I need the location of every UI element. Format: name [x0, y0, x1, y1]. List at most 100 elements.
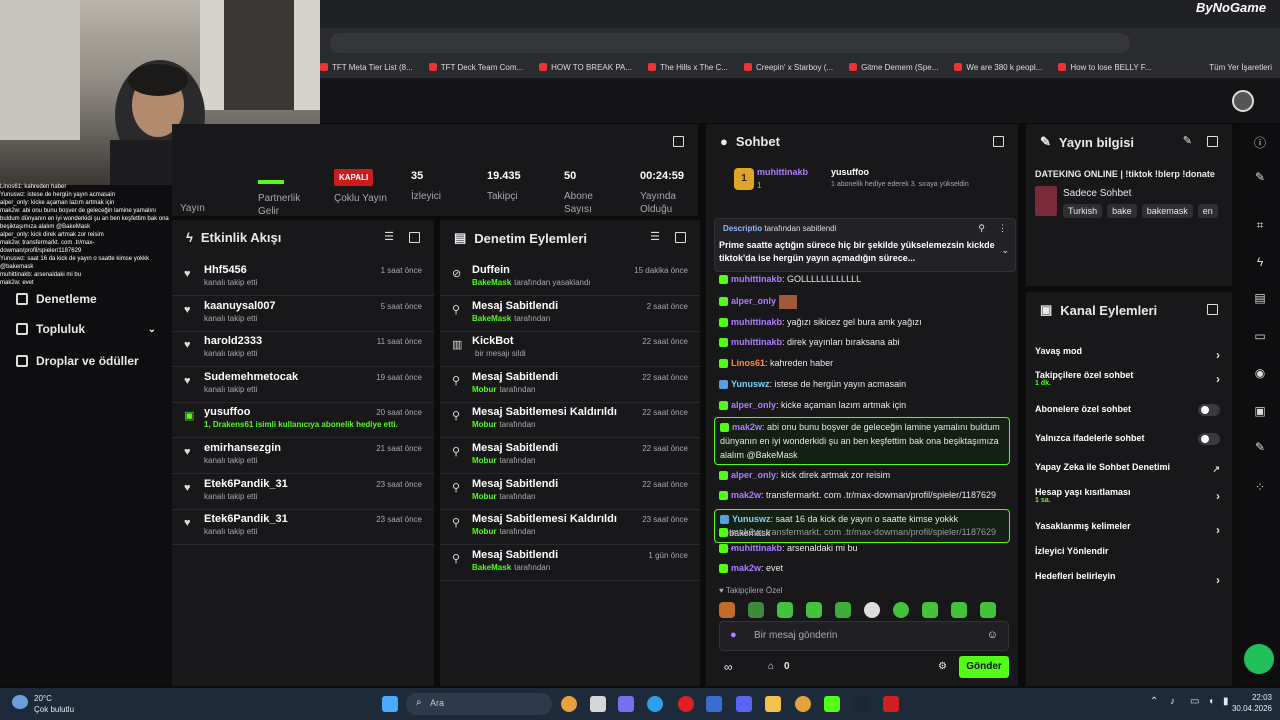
- chat-username[interactable]: muhittinakb: [731, 337, 782, 347]
- bookmark-item[interactable]: Tüm Yer İşaretleri: [1209, 63, 1272, 72]
- store-icon[interactable]: [590, 696, 606, 712]
- emote-icon[interactable]: [951, 602, 967, 618]
- chat-message[interactable]: muhittinakb: direk yayınları bıraksana a…: [719, 335, 1009, 349]
- nav-community[interactable]: Topluluk ⌄: [16, 322, 156, 336]
- chat-message[interactable]: mak2w: evet: [719, 561, 1009, 575]
- bookmark-item[interactable]: We are 380 k peopl...: [954, 63, 1042, 72]
- chat-message[interactable]: mak2w: transfermarkt. com .tr/max-dowman…: [719, 488, 1009, 502]
- chat-message[interactable]: muhittinakb: yağızı sikicez gel bura amk…: [719, 315, 1009, 329]
- teams-icon[interactable]: [618, 696, 634, 712]
- nav-drops[interactable]: Droplar ve ödüller: [16, 354, 139, 368]
- chevron-right-icon[interactable]: ›: [1216, 372, 1220, 386]
- folder-icon[interactable]: [765, 696, 781, 712]
- bookmark-item[interactable]: Gitme Demem (Spe...: [849, 63, 938, 72]
- activity-item[interactable]: ♥ kaanuysal007 kanalı takip etti 5 saat önc…: [172, 296, 434, 332]
- bookmark-item[interactable]: HOW TO BREAK PA...: [539, 63, 632, 72]
- moderation-item[interactable]: ⚲ Mesaj Sabitlemesi Kaldırıldı Mobur tarafı…: [440, 509, 700, 546]
- chevron-right-icon[interactable]: ›: [1216, 523, 1220, 537]
- kick-icon[interactable]: [824, 696, 840, 712]
- moderation-actor[interactable]: Mobur: [472, 385, 496, 394]
- chat-username[interactable]: muhittinakb: [731, 317, 782, 327]
- tray-chevron-icon[interactable]: ⌃: [1150, 696, 1158, 707]
- broadcast-icon[interactable]: ◉: [1251, 366, 1269, 384]
- activity-item[interactable]: ♥ emirhansezgin kanalı takip etti 21 saat ö…: [172, 438, 434, 474]
- popout-icon[interactable]: [993, 136, 1004, 147]
- chat-username[interactable]: mak2w: [731, 563, 761, 573]
- activity-item[interactable]: ♥ Etek6Pandik_31 kanalı takip etti 23 saat …: [172, 509, 434, 546]
- toggle-switch[interactable]: [1198, 404, 1220, 416]
- display-icon[interactable]: ▭: [1190, 696, 1199, 707]
- help-chat-button[interactable]: [1244, 644, 1274, 674]
- moderation-item[interactable]: ⚲ Mesaj Sabitlendi Mobur tarafından 22 saat …: [440, 474, 700, 510]
- chat-username[interactable]: Yunuswz: [731, 379, 770, 389]
- chat-icon[interactable]: ▭: [1251, 329, 1269, 347]
- channel-action-item[interactable]: Hedefleri belirleyin ›: [1035, 571, 1220, 587]
- emote-icon[interactable]: [719, 602, 735, 618]
- send-button[interactable]: Gönder: [959, 656, 1009, 678]
- moderation-actor[interactable]: BakeMask: [472, 314, 511, 323]
- popout-icon[interactable]: [1207, 136, 1218, 147]
- bookmark-item[interactable]: The Hills x The C...: [648, 63, 728, 72]
- activity-user[interactable]: harold2333: [204, 335, 262, 347]
- activity-user[interactable]: kaanuysal007: [204, 300, 276, 312]
- moderation-actor[interactable]: Mobur: [472, 492, 496, 501]
- emote-icon[interactable]: [893, 602, 909, 618]
- crop-icon[interactable]: ⌗: [1251, 218, 1269, 236]
- mic-icon[interactable]: ♪: [1170, 696, 1175, 707]
- moderation-actor[interactable]: Mobur: [472, 420, 496, 429]
- filter-icon[interactable]: ☰: [384, 230, 394, 243]
- media-icon[interactable]: [883, 696, 899, 712]
- moderation-item[interactable]: ⚲ Mesaj Sabitlendi Mobur tarafından 22 saat …: [440, 367, 700, 403]
- moderation-item[interactable]: ⚲ Mesaj Sabitlemesi Kaldırıldı Mobur tarafı…: [440, 402, 700, 439]
- infinity-icon[interactable]: ∞: [724, 660, 733, 674]
- toggle-switch[interactable]: [1198, 433, 1220, 445]
- emoji-icon[interactable]: ☺: [987, 629, 998, 641]
- chat-message[interactable]: muhittinakb: GOLLLLLLLLLLLL: [719, 272, 1009, 286]
- activity-item[interactable]: ♥ Hhf5456 kanalı takip etti 1 saat önce: [172, 260, 434, 296]
- activity-user[interactable]: yusuffoo: [204, 406, 250, 418]
- chevron-right-icon[interactable]: ›: [1216, 489, 1220, 503]
- chat-username[interactable]: muhittinakb: [731, 543, 782, 553]
- activity-user[interactable]: Sudemehmetocak: [204, 371, 298, 383]
- channel-action-item[interactable]: Takipçilere özel sohbet 1 dk. ›: [1035, 370, 1220, 387]
- info-icon[interactable]: ⓘ: [1251, 134, 1269, 152]
- activity-item[interactable]: ♥ Etek6Pandik_31 kanalı takip etti 23 saat …: [172, 474, 434, 510]
- bolt-icon[interactable]: ϟ: [1251, 255, 1269, 273]
- chat-message[interactable]: alper_only: kick direk artmak zor reisim: [719, 468, 1009, 482]
- channel-action-item[interactable]: Yapay Zeka ile Sohbet Denetimi ↗: [1035, 462, 1220, 475]
- chat-message[interactable]: Yunuswz: istese de hergün yayın acmasain: [719, 377, 1009, 391]
- popout-icon[interactable]: [409, 232, 420, 243]
- clock-date[interactable]: 30.04.2026: [1222, 704, 1272, 713]
- moderation-item[interactable]: ⊘ Duffein BakeMask tarafından yasaklandı 15 …: [440, 260, 700, 296]
- opera-icon[interactable]: [678, 696, 694, 712]
- chat-username[interactable]: mak2w: [731, 527, 761, 537]
- pin-icon[interactable]: ⚲: [978, 223, 985, 234]
- external-link-icon[interactable]: ↗: [1212, 464, 1220, 475]
- gift-target[interactable]: yusuffoo: [831, 167, 869, 177]
- activity-item[interactable]: ♥ harold2333 kanalı takip etti 11 saat önce: [172, 331, 434, 368]
- moderation-actor[interactable]: Mobur: [472, 527, 496, 536]
- channel-action-item[interactable]: Abonelere özel sohbet: [1035, 404, 1220, 416]
- edge-icon[interactable]: [647, 696, 663, 712]
- activity-item[interactable]: ♥ Sudemehmetocak kanalı takip etti 19 saat …: [172, 367, 434, 403]
- chat-message[interactable]: alper_only: kicke açaman lazım artmak iç…: [719, 398, 1009, 412]
- more-icon[interactable]: ⋮: [998, 223, 1007, 234]
- chat-message[interactable]: muhittinakb: arsenaldaki mi bu: [719, 541, 1009, 555]
- bookmark-item[interactable]: TFT Deck Team Com...: [428, 63, 523, 72]
- taskbar-search[interactable]: ⌕ Ara: [406, 693, 552, 715]
- chevron-right-icon[interactable]: ›: [1216, 573, 1220, 587]
- discord-icon[interactable]: [736, 696, 752, 712]
- channel-action-item[interactable]: Yavaş mod ›: [1035, 346, 1220, 362]
- moderation-item[interactable]: ⚲ Mesaj Sabitlendi BakeMask tarafından 1 gün…: [440, 545, 700, 581]
- activity-user[interactable]: Hhf5456: [204, 264, 247, 276]
- drag-handle-icon[interactable]: ⁘: [1251, 480, 1269, 498]
- gift-icon[interactable]: ⌂: [768, 661, 774, 672]
- moderation-item[interactable]: ⚲ Mesaj Sabitlendi Mobur tarafından 22 saat …: [440, 438, 700, 474]
- popout-icon[interactable]: [1207, 304, 1218, 315]
- tools-icon[interactable]: ▣: [1251, 404, 1269, 422]
- chat-username[interactable]: Linos61: [731, 358, 765, 368]
- clock-time[interactable]: 22:03: [1236, 693, 1272, 702]
- gift-sender[interactable]: muhittinakb: [757, 167, 808, 177]
- moderation-actor[interactable]: Mobur: [472, 456, 496, 465]
- chrome-icon[interactable]: [561, 696, 577, 712]
